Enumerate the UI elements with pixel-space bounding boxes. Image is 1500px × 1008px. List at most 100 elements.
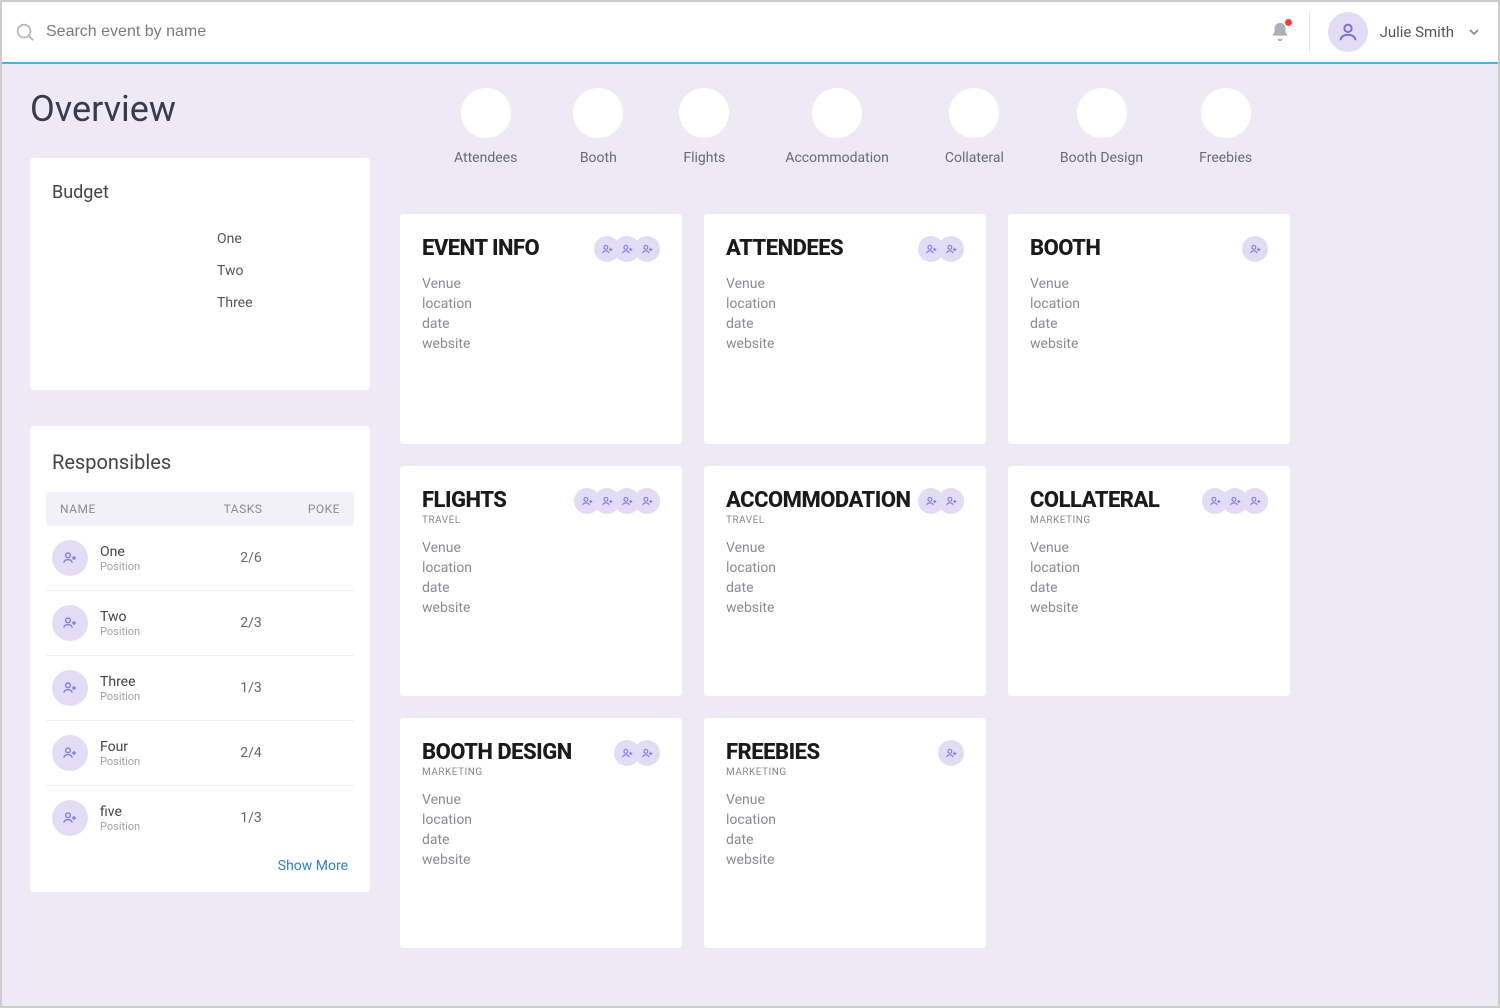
- progress-circle: [679, 88, 729, 138]
- progress-item[interactable]: Booth: [573, 88, 623, 166]
- progress-circle: [461, 88, 511, 138]
- person-icon: [1337, 21, 1359, 43]
- info-card[interactable]: FREEBIESMARKETINGVenuelocationdatewebsit…: [704, 718, 986, 948]
- card-field: Venue: [1030, 276, 1268, 292]
- resp-name-wrap: ThreePosition: [100, 674, 212, 703]
- card-field: Venue: [726, 276, 964, 292]
- card-field: website: [726, 852, 964, 868]
- resp-name: five: [100, 804, 212, 820]
- progress-label: Booth Design: [1060, 150, 1143, 166]
- progress-item[interactable]: Freebies: [1199, 88, 1252, 166]
- info-card[interactable]: ATTENDEESVenuelocationdatewebsite: [704, 214, 986, 444]
- resp-tasks: 2/3: [212, 615, 290, 631]
- show-more-link[interactable]: Show More: [46, 850, 354, 874]
- card-field: Venue: [422, 792, 660, 808]
- topbar: Julie Smith: [2, 2, 1498, 64]
- notifications-button[interactable]: [1269, 12, 1310, 52]
- card-field: website: [422, 852, 660, 868]
- progress-circle: [949, 88, 999, 138]
- card-field: date: [1030, 580, 1268, 596]
- card-title: COLLATERAL: [1030, 488, 1159, 513]
- search-icon: [14, 21, 36, 43]
- responsibles-header: NAME TASKS POKE: [46, 492, 354, 526]
- table-row[interactable]: ThreePosition1/3: [46, 656, 354, 721]
- card-field: date: [726, 832, 964, 848]
- card-field: location: [422, 812, 660, 828]
- card-field: website: [1030, 336, 1268, 352]
- info-card[interactable]: EVENT INFOVenuelocationdatewebsite: [400, 214, 682, 444]
- resp-position: Position: [100, 625, 212, 638]
- col-tasks: TASKS: [204, 502, 282, 516]
- cards-grid: EVENT INFOVenuelocationdatewebsite ATTEND…: [400, 214, 1470, 948]
- resp-name-wrap: OnePosition: [100, 544, 212, 573]
- user-menu[interactable]: Julie Smith: [1328, 12, 1482, 52]
- card-fields: Venuelocationdatewebsite: [726, 540, 964, 616]
- card-title: ATTENDEES: [726, 236, 843, 261]
- card-field: Venue: [726, 540, 964, 556]
- progress-label: Accommodation: [785, 150, 889, 166]
- card-subtitle: MARKETING: [726, 767, 820, 778]
- card-field: Venue: [726, 792, 964, 808]
- card-field: location: [1030, 560, 1268, 576]
- progress-item[interactable]: Attendees: [454, 88, 517, 166]
- card-people: [918, 488, 964, 514]
- left-column: Overview Budget One Two Three Responsibl…: [30, 88, 370, 948]
- col-poke: POKE: [282, 502, 340, 516]
- card-people: [918, 236, 964, 262]
- card-title: FREEBIES: [726, 740, 820, 765]
- resp-name: Two: [100, 609, 212, 625]
- table-row[interactable]: OnePosition2/6: [46, 526, 354, 591]
- person-badge: [634, 740, 660, 766]
- progress-label: Collateral: [945, 150, 1004, 166]
- responsibles-title: Responsibles: [46, 450, 354, 474]
- person-badge: [1242, 488, 1268, 514]
- col-name: NAME: [60, 502, 204, 516]
- progress-row: Attendees Booth Flights Accommodation Collat…: [400, 88, 1470, 166]
- budget-legend-item: One: [217, 231, 348, 247]
- resp-position: Position: [100, 755, 212, 768]
- card-head: COLLATERAL MARKETING: [1030, 488, 1268, 526]
- table-row[interactable]: fivePosition1/3: [46, 786, 354, 850]
- info-card[interactable]: FLIGHTSTRAVELVenuelocationdatewebsite: [400, 466, 682, 696]
- card-title: BOOTH: [1030, 236, 1100, 261]
- budget-title: Budget: [52, 182, 348, 203]
- person-add-icon: [52, 800, 88, 836]
- card-field: Venue: [1030, 540, 1268, 556]
- user-name: Julie Smith: [1380, 23, 1454, 41]
- progress-item[interactable]: Booth Design: [1060, 88, 1143, 166]
- table-row[interactable]: FourPosition2/4: [46, 721, 354, 786]
- person-badge: [1242, 236, 1268, 262]
- info-card[interactable]: BOOTH DESIGNMARKETING Venue location date we…: [400, 718, 682, 948]
- person-badge: [634, 236, 660, 262]
- progress-item[interactable]: Collateral: [945, 88, 1004, 166]
- card-field: location: [422, 296, 660, 312]
- card-field: website: [1030, 600, 1268, 616]
- progress-item[interactable]: Flights: [679, 88, 729, 166]
- resp-name-wrap: FourPosition: [100, 739, 212, 768]
- resp-tasks: 1/3: [212, 810, 290, 826]
- info-card[interactable]: BOOTHVenuelocationdatewebsite: [1008, 214, 1290, 444]
- card-field: website: [422, 600, 660, 616]
- card-head: BOOTH DESIGNMARKETING: [422, 740, 660, 778]
- card-head: FLIGHTSTRAVEL: [422, 488, 660, 526]
- budget-legend: One Two Three: [217, 231, 348, 311]
- card-field: location: [726, 560, 964, 576]
- table-row[interactable]: TwoPosition2/3: [46, 591, 354, 656]
- progress-item[interactable]: Accommodation: [785, 88, 889, 166]
- main: Overview Budget One Two Three Responsibl…: [2, 64, 1498, 972]
- resp-name-wrap: TwoPosition: [100, 609, 212, 638]
- page-title: Overview: [30, 88, 370, 130]
- card-subtitle: MARKETING: [1030, 515, 1159, 526]
- search-input[interactable]: [46, 23, 446, 41]
- card-title: FLIGHTS: [422, 488, 506, 513]
- person-badge: [634, 488, 660, 514]
- resp-name: One: [100, 544, 212, 560]
- resp-name: Three: [100, 674, 212, 690]
- person-add-icon: [52, 540, 88, 576]
- avatar: [1328, 12, 1368, 52]
- progress-label: Booth: [580, 150, 617, 166]
- card-title: BOOTH DESIGN: [422, 740, 572, 765]
- info-card[interactable]: COLLATERAL MARKETING Venue location date webs…: [1008, 466, 1290, 696]
- card-field: date: [422, 832, 660, 848]
- info-card[interactable]: ACCOMMODATIONTRAVELVenuelocationdatewebs…: [704, 466, 986, 696]
